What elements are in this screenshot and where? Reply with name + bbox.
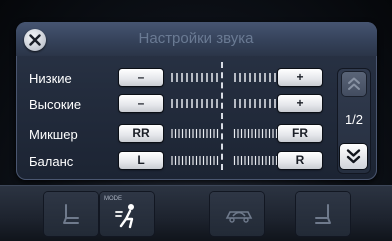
bass-level-scale: [170, 70, 282, 85]
screen: Настройки звука Низкие – + Высокие – + М…: [0, 0, 392, 241]
fader-level-scale: [170, 126, 282, 141]
fan-mode-icon: [115, 204, 134, 229]
page-up-button[interactable]: [342, 72, 366, 96]
page-scroll-box: 1/2: [337, 68, 371, 174]
balance-right-button[interactable]: R: [278, 152, 322, 169]
treble-label: Высокие: [29, 97, 82, 112]
seat-heat-icon: [315, 204, 331, 224]
air-recirculation-icon: [225, 211, 253, 223]
close-icon: [29, 34, 41, 46]
fan-mode-button[interactable]: MODE: [100, 192, 154, 236]
fader-label: Микшер: [29, 127, 78, 142]
seat-heat-icon: [63, 204, 79, 224]
fader-front-button[interactable]: FR: [278, 125, 322, 142]
bass-label: Низкие: [29, 71, 72, 86]
bass-increase-button[interactable]: +: [278, 69, 322, 86]
sound-settings-panel: Настройки звука Низкие – + Высокие – + М…: [16, 22, 377, 180]
seat-heat-right-button[interactable]: [296, 192, 350, 236]
treble-increase-button[interactable]: +: [278, 95, 322, 112]
bass-decrease-button[interactable]: –: [119, 69, 163, 86]
climate-dock: MODE: [0, 185, 392, 241]
treble-decrease-button[interactable]: –: [119, 95, 163, 112]
balance-left-button[interactable]: L: [119, 152, 163, 169]
chevron-up-double-icon: [348, 77, 360, 90]
center-marker-line: [221, 62, 223, 170]
close-button[interactable]: [24, 29, 46, 51]
page-down-button[interactable]: [340, 144, 367, 169]
recirculation-button[interactable]: [210, 192, 264, 236]
page-title: Настройки звука: [138, 30, 254, 47]
chevron-down-double-icon: [346, 149, 361, 164]
balance-level-scale: [170, 153, 282, 168]
balance-label: Баланс: [29, 154, 74, 169]
treble-level-scale: [170, 96, 282, 111]
fader-rear-button[interactable]: RR: [119, 125, 163, 142]
seat-heat-left-button[interactable]: [44, 192, 98, 236]
page-indicator: 1/2: [344, 112, 364, 127]
